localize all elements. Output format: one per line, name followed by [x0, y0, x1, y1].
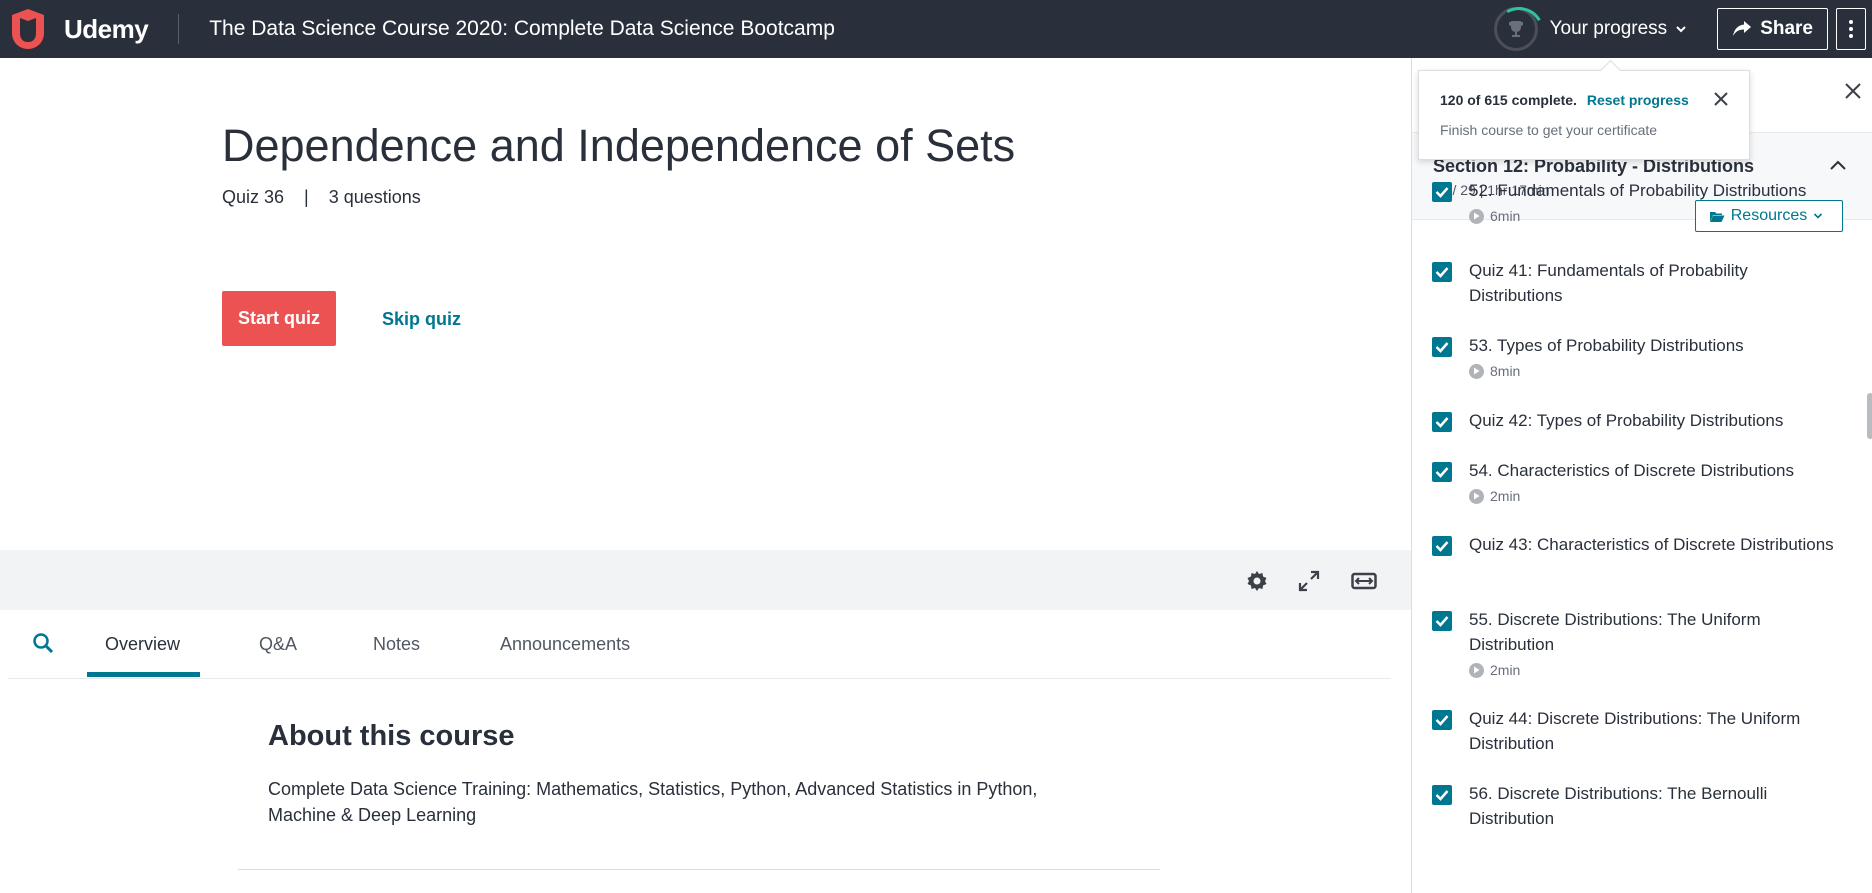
duration-text: 6min [1490, 208, 1521, 224]
tab-qa[interactable]: Q&A [259, 634, 297, 655]
completed-checkbox[interactable] [1432, 710, 1452, 730]
chevron-down-icon [1814, 213, 1823, 219]
your-progress-label: Your progress [1549, 18, 1668, 39]
check-icon [1435, 541, 1449, 552]
duration-text: 2min [1490, 662, 1521, 678]
close-sidebar-button[interactable] [1844, 82, 1862, 105]
about-title: About this course [268, 720, 515, 752]
main-content: Dependence and Independence of Sets Quiz… [0, 58, 1411, 893]
chevron-down-icon [1676, 26, 1686, 33]
close-icon [1845, 83, 1861, 99]
skip-quiz-link[interactable]: Skip quiz [382, 309, 461, 330]
curriculum-item-title[interactable]: 53. Types of Probability Distributions [1469, 333, 1839, 358]
resources-label: Resources [1730, 207, 1808, 224]
theatre-mode-button[interactable] [1349, 568, 1379, 594]
check-icon [1435, 417, 1449, 428]
completed-checkbox[interactable] [1432, 462, 1452, 482]
curriculum-item-title[interactable]: Quiz 41: Fundamentals of Probability Dis… [1469, 258, 1839, 308]
check-icon [1435, 467, 1449, 478]
more-options-button[interactable] [1836, 8, 1866, 50]
item-duration: 8min [1469, 363, 1520, 379]
search-button[interactable] [32, 632, 54, 659]
expand-icon [1298, 570, 1320, 592]
start-quiz-button[interactable]: Start quiz [222, 291, 336, 346]
close-popover-button[interactable] [1713, 91, 1729, 112]
header-divider [178, 14, 180, 44]
curriculum-item-title[interactable]: 56. Discrete Distributions: The Bernoull… [1469, 781, 1839, 831]
vertical-dots-icon [1849, 20, 1853, 38]
play-circle-icon [1469, 363, 1484, 379]
resources-dropdown-button[interactable]: Resources [1695, 200, 1843, 232]
completed-checkbox[interactable] [1432, 337, 1452, 357]
curriculum-item-title[interactable]: Quiz 42: Types of Probability Distributi… [1469, 408, 1839, 433]
play-circle-icon [1469, 208, 1484, 224]
play-circle-icon [1469, 662, 1484, 678]
item-duration: 2min [1469, 662, 1520, 678]
close-icon [1714, 92, 1728, 106]
content-tabs: Overview Q&A Notes Announcements [8, 610, 1391, 679]
progress-popover: 120 of 615 complete. Reset progress Fini… [1418, 70, 1750, 160]
course-content-sidebar: Section 12: Probability - Distributions … [1411, 58, 1872, 893]
completed-checkbox[interactable] [1432, 182, 1452, 202]
settings-button[interactable] [1244, 568, 1270, 594]
completed-checkbox[interactable] [1432, 611, 1452, 631]
lecture-title: Dependence and Independence of Sets [222, 120, 1016, 171]
sidebar-scrollbar[interactable] [1867, 393, 1872, 439]
search-icon [33, 633, 54, 654]
check-icon [1435, 187, 1449, 198]
check-icon [1435, 790, 1449, 801]
progress-summary: 120 of 615 complete. Reset progress [1440, 92, 1689, 108]
active-tab-indicator [87, 672, 200, 677]
udemy-logo-icon [12, 9, 44, 49]
certificate-hint: Finish course to get your certificate [1440, 122, 1658, 138]
share-label: Share [1760, 18, 1813, 39]
course-title[interactable]: The Data Science Course 2020: Complete D… [209, 17, 835, 41]
tab-notes[interactable]: Notes [373, 634, 420, 655]
play-circle-icon [1469, 488, 1484, 504]
curriculum-item-title[interactable]: Quiz 43: Characteristics of Discrete Dis… [1469, 532, 1839, 557]
tab-announcements[interactable]: Announcements [500, 634, 630, 655]
completed-checkbox[interactable] [1432, 412, 1452, 432]
progress-ring[interactable] [1493, 7, 1538, 51]
check-icon [1435, 715, 1449, 726]
completed-checkbox[interactable] [1432, 785, 1452, 805]
top-navbar: Udemy The Data Science Course 2020: Comp… [0, 0, 1872, 58]
tab-overview[interactable]: Overview [105, 634, 180, 655]
folder-open-icon [1709, 211, 1725, 222]
completed-checkbox[interactable] [1432, 262, 1452, 282]
meta-separator: | [304, 187, 309, 207]
about-description: Complete Data Science Training: Mathemat… [268, 779, 1038, 825]
brand-name: Udemy [64, 13, 149, 44]
item-duration: 2min [1469, 488, 1520, 504]
share-button[interactable]: Share [1717, 8, 1828, 50]
question-count: 3 questions [328, 187, 421, 207]
progress-count: 120 of 615 complete. [1440, 92, 1577, 108]
player-control-bar [0, 550, 1411, 610]
item-duration: 6min [1469, 208, 1520, 224]
duration-text: 2min [1490, 488, 1521, 504]
curriculum-item-title[interactable]: Quiz 44: Discrete Distributions: The Uni… [1469, 706, 1839, 756]
curriculum-item-title[interactable]: 55. Discrete Distributions: The Uniform … [1469, 607, 1839, 657]
trophy-icon [1508, 21, 1523, 37]
curriculum-item-title[interactable]: 54. Characteristics of Discrete Distribu… [1469, 458, 1839, 483]
quiz-number: Quiz 36 [222, 187, 285, 207]
completed-checkbox[interactable] [1432, 536, 1452, 556]
check-icon [1435, 267, 1449, 278]
check-icon [1435, 342, 1449, 353]
udemy-logo[interactable]: Udemy [0, 0, 149, 58]
gear-icon [1247, 571, 1267, 591]
reset-progress-link[interactable]: Reset progress [1587, 92, 1689, 108]
check-icon [1435, 616, 1449, 627]
quiz-meta: Quiz 36 | 3 questions [222, 187, 421, 208]
duration-text: 8min [1490, 363, 1521, 379]
theatre-mode-icon [1351, 572, 1377, 590]
share-icon [1733, 21, 1752, 36]
section-divider [238, 869, 1160, 870]
your-progress-button[interactable]: Your progress [1550, 18, 1688, 40]
fullscreen-button[interactable] [1296, 568, 1322, 594]
chevron-up-icon [1830, 160, 1846, 170]
